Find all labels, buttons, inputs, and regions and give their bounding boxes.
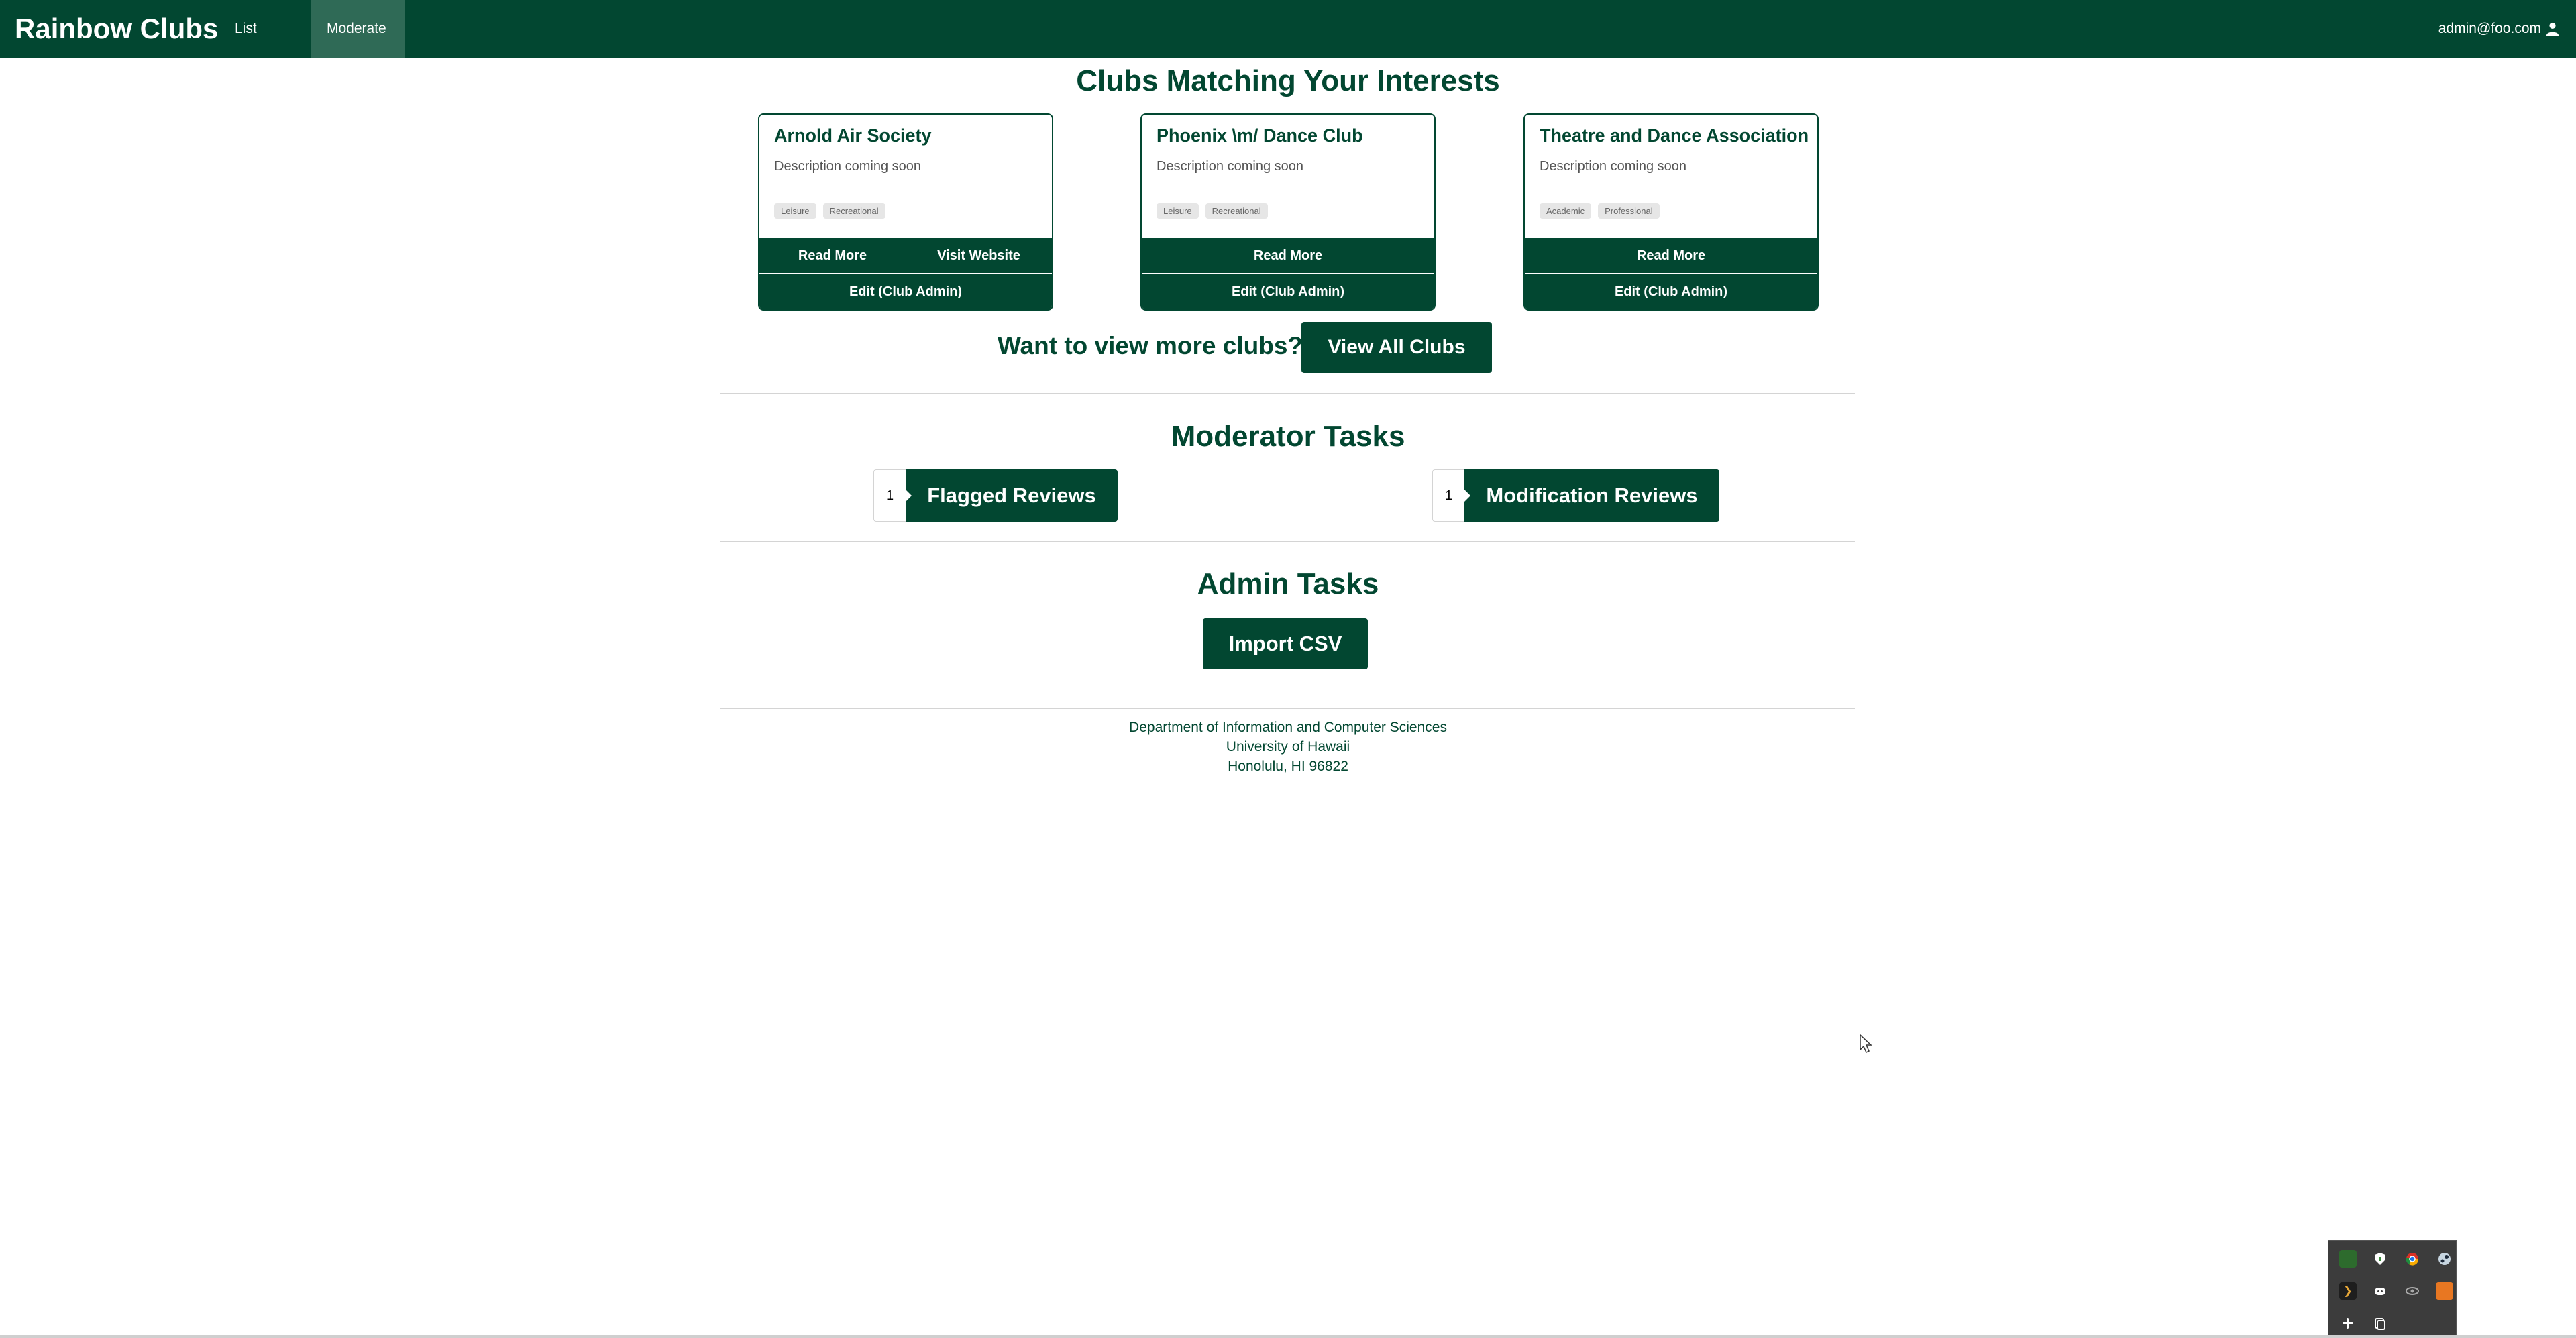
modification-reviews-button[interactable]: Modification Reviews [1464, 469, 1719, 522]
modification-reviews-group: 1 Modification Reviews [1432, 469, 1719, 522]
clubs-section-title: Clubs Matching Your Interests [1076, 64, 1500, 97]
club-description: Description coming soon [1157, 159, 1303, 174]
card-button-row: Read More [1525, 238, 1817, 273]
eye-icon[interactable] [2404, 1282, 2421, 1300]
flagged-reviews-button[interactable]: Flagged Reviews [906, 469, 1118, 522]
nav-moderate[interactable]: Moderate [311, 0, 405, 58]
import-csv-button[interactable]: Import CSV [1203, 618, 1368, 669]
slack-icon[interactable] [2339, 1315, 2357, 1332]
tag-label: Recreational [1205, 203, 1268, 219]
section-divider [720, 541, 1855, 542]
clipboard-icon[interactable] [2371, 1315, 2389, 1332]
card-edit-row: Edit (Club Admin) [1142, 274, 1434, 309]
nvidia-icon[interactable] [2339, 1250, 2357, 1268]
steam-icon[interactable] [2436, 1250, 2453, 1268]
tag-label: Academic [1540, 203, 1592, 219]
section-divider [720, 393, 1855, 394]
navbar: Rainbow Clubs List Clubs Moderate admin@… [0, 0, 2576, 94]
taskbar-edge [0, 1335, 2576, 1338]
club-description: Description coming soon [1540, 159, 1686, 174]
card-button-row: Read More Visit Website [759, 238, 1052, 273]
club-card: Theatre and Dance Association Descriptio… [1523, 113, 1819, 311]
card-button-row: Read More [1142, 238, 1434, 273]
tag-label: Leisure [1157, 203, 1199, 219]
tag-label: Professional [1598, 203, 1660, 219]
edit-club-button[interactable]: Edit (Club Admin) [1142, 274, 1434, 309]
footer-divider [720, 708, 1855, 709]
club-name: Phoenix \m/ Dance Club [1157, 125, 1363, 146]
terminal-icon[interactable]: ❯ [2339, 1282, 2357, 1300]
tag-label: Recreational [822, 203, 885, 219]
footer-department: Department of Information and Computer S… [1129, 720, 1447, 735]
footer: Department of Information and Computer S… [0, 718, 2576, 776]
edit-club-button[interactable]: Edit (Club Admin) [1525, 274, 1817, 309]
nav-list-clubs[interactable]: List Clubs [219, 0, 310, 94]
view-all-clubs-button[interactable]: View All Clubs [1301, 322, 1492, 373]
system-tray-popup: ❯ [2328, 1240, 2457, 1338]
flagged-count-badge: 1 [873, 469, 906, 522]
shield-icon[interactable] [2371, 1250, 2389, 1268]
club-card: Phoenix \m/ Dance Club Description comin… [1140, 113, 1436, 311]
read-more-button[interactable]: Read More [759, 238, 906, 273]
visit-website-button[interactable]: Visit Website [906, 238, 1052, 273]
discord-icon[interactable] [2371, 1282, 2389, 1300]
club-description: Description coming soon [774, 159, 921, 174]
brand-logo[interactable]: Rainbow Clubs [15, 0, 218, 58]
card-edit-row: Edit (Club Admin) [1525, 274, 1817, 309]
tag-label: Leisure [774, 203, 816, 219]
chrome-icon[interactable] [2404, 1250, 2421, 1268]
club-tags: Leisure Recreational [1157, 203, 1268, 219]
admin-tasks-title: Admin Tasks [1197, 567, 1379, 600]
moderator-tasks-title: Moderator Tasks [1171, 420, 1405, 453]
user-icon [2546, 22, 2559, 36]
app-orange-icon[interactable] [2436, 1282, 2453, 1300]
club-card: Arnold Air Society Description coming so… [758, 113, 1053, 311]
club-name: Theatre and Dance Association [1540, 125, 1809, 146]
club-tags: Leisure Recreational [774, 203, 885, 219]
read-more-button[interactable]: Read More [1142, 238, 1434, 273]
club-name: Arnold Air Society [774, 125, 932, 146]
flagged-reviews-group: 1 Flagged Reviews [873, 469, 1118, 522]
mouse-pointer-icon [1860, 1034, 1872, 1054]
modification-count-badge: 1 [1432, 469, 1464, 522]
footer-university: University of Hawaii [1226, 739, 1350, 755]
read-more-button[interactable]: Read More [1525, 238, 1817, 273]
club-tags: Academic Professional [1540, 203, 1660, 219]
user-email: admin@foo.com [2438, 21, 2541, 36]
card-edit-row: Edit (Club Admin) [759, 274, 1052, 309]
more-clubs-prompt: Want to view more clubs? [998, 332, 1303, 359]
user-menu[interactable]: admin@foo.com [2438, 0, 2560, 58]
footer-address: Honolulu, HI 96822 [1228, 759, 1348, 774]
edit-club-button[interactable]: Edit (Club Admin) [759, 274, 1052, 309]
